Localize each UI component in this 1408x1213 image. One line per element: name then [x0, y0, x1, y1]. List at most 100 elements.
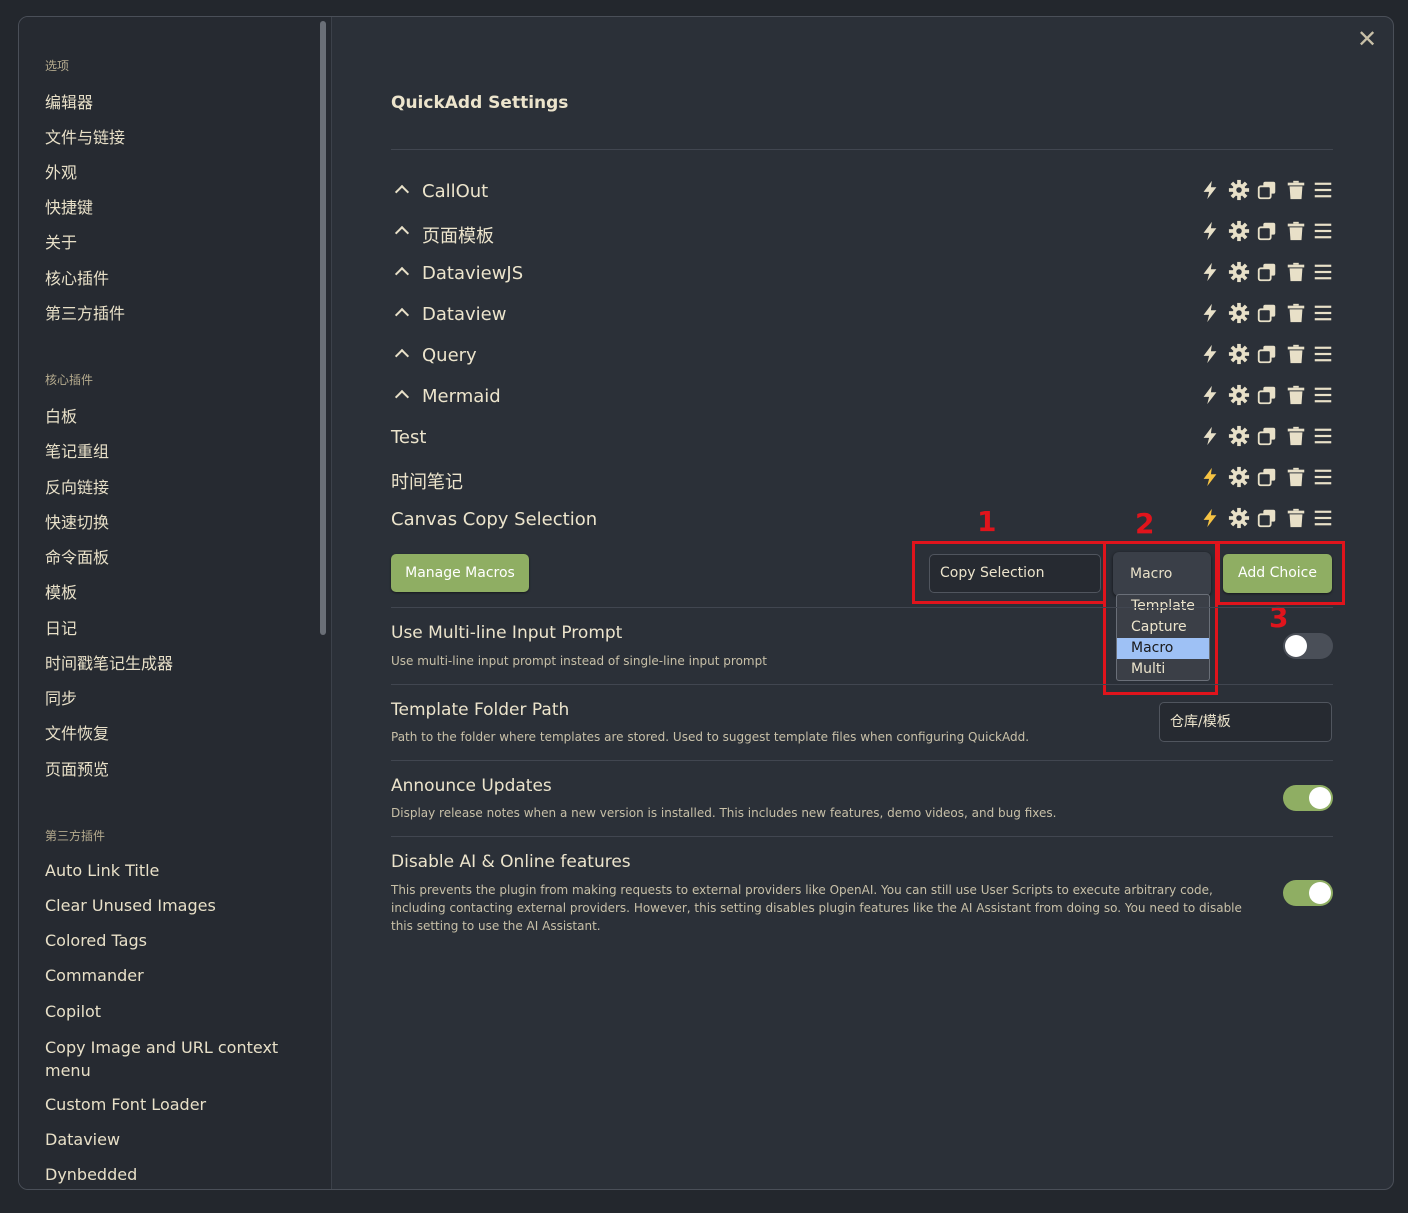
choice-row: CallOut: [391, 177, 1333, 207]
page-title: QuickAdd Settings: [391, 93, 569, 113]
sidebar-scrollbar[interactable]: [320, 21, 326, 635]
multiline-prompt-toggle[interactable]: [1283, 633, 1333, 659]
duplicate-icon[interactable]: [1256, 466, 1280, 490]
choice-actions: [1199, 507, 1333, 531]
sidebar-item-colored-tags[interactable]: Colored Tags: [45, 931, 147, 950]
gear-icon[interactable]: [1228, 302, 1252, 326]
trash-icon[interactable]: [1285, 425, 1309, 449]
drag-handle-icon[interactable]: [1312, 179, 1336, 203]
drag-handle-icon[interactable]: [1312, 384, 1336, 408]
sidebar-item-command-palette[interactable]: 命令面板: [45, 544, 109, 568]
disable-ai-toggle[interactable]: [1283, 880, 1333, 906]
chevron-up-icon[interactable]: [394, 389, 410, 405]
trash-icon[interactable]: [1285, 384, 1309, 408]
duplicate-icon[interactable]: [1256, 261, 1280, 285]
annotation-number-3: 3: [1269, 601, 1289, 634]
choice-actions: [1199, 179, 1333, 203]
gear-icon[interactable]: [1228, 343, 1252, 367]
duplicate-icon[interactable]: [1256, 425, 1280, 449]
duplicate-icon[interactable]: [1256, 220, 1280, 244]
sidebar-item-unique-note[interactable]: 时间戳笔记生成器: [45, 650, 173, 674]
sidebar-item-hotkeys[interactable]: 快捷键: [45, 194, 93, 218]
lightning-icon[interactable]: [1199, 466, 1223, 490]
add-choice-button[interactable]: Add Choice: [1223, 554, 1332, 593]
drag-handle-icon[interactable]: [1312, 343, 1336, 367]
template-folder-input[interactable]: 仓库/模板: [1159, 702, 1332, 742]
lightning-icon[interactable]: [1199, 507, 1223, 531]
lightning-icon[interactable]: [1199, 302, 1223, 326]
sidebar-item-daily-notes[interactable]: 日记: [45, 615, 77, 639]
duplicate-icon[interactable]: [1256, 179, 1280, 203]
sidebar-item-page-preview[interactable]: 页面预览: [45, 756, 109, 780]
drag-handle-icon[interactable]: [1312, 302, 1336, 326]
drag-handle-icon[interactable]: [1312, 220, 1336, 244]
choice-actions: [1199, 466, 1333, 490]
choice-name: 时间笔记: [391, 472, 463, 493]
sidebar-item-copy-image-url[interactable]: Copy Image and URL context menu: [45, 1036, 285, 1082]
dropdown-option-capture[interactable]: Capture: [1117, 617, 1209, 638]
lightning-icon[interactable]: [1199, 425, 1223, 449]
gear-icon[interactable]: [1228, 466, 1252, 490]
drag-handle-icon[interactable]: [1312, 261, 1336, 285]
trash-icon[interactable]: [1285, 466, 1309, 490]
trash-icon[interactable]: [1285, 343, 1309, 367]
sidebar-item-auto-link-title[interactable]: Auto Link Title: [45, 861, 159, 880]
sidebar-item-appearance[interactable]: 外观: [45, 159, 77, 183]
sidebar-item-core-plugins[interactable]: 核心插件: [45, 265, 109, 289]
divider: [391, 607, 1333, 608]
duplicate-icon[interactable]: [1256, 343, 1280, 367]
trash-icon[interactable]: [1285, 302, 1309, 326]
duplicate-icon[interactable]: [1256, 384, 1280, 408]
sidebar-item-note-composer[interactable]: 笔记重组: [45, 438, 109, 462]
duplicate-icon[interactable]: [1256, 507, 1280, 531]
sidebar-item-templates[interactable]: 模板: [45, 579, 77, 603]
sidebar-item-custom-font-loader[interactable]: Custom Font Loader: [45, 1095, 206, 1114]
gear-icon[interactable]: [1228, 179, 1252, 203]
gear-icon[interactable]: [1228, 425, 1252, 449]
sidebar-item-canvas[interactable]: 白板: [45, 403, 77, 427]
choice-actions: [1199, 220, 1333, 244]
lightning-icon[interactable]: [1199, 384, 1223, 408]
sidebar-item-editor[interactable]: 编辑器: [45, 89, 93, 113]
lightning-icon[interactable]: [1199, 343, 1223, 367]
lightning-icon[interactable]: [1199, 179, 1223, 203]
sidebar-item-files-links[interactable]: 文件与链接: [45, 124, 125, 148]
gear-icon[interactable]: [1228, 261, 1252, 285]
choice-type-select[interactable]: Macro: [1113, 552, 1211, 596]
lightning-icon[interactable]: [1199, 220, 1223, 244]
trash-icon[interactable]: [1285, 179, 1309, 203]
sidebar-item-file-recovery[interactable]: 文件恢复: [45, 720, 109, 744]
choice-actions: [1199, 302, 1333, 326]
gear-icon[interactable]: [1228, 507, 1252, 531]
chevron-up-icon[interactable]: [394, 184, 410, 200]
sidebar-item-clear-unused-images[interactable]: Clear Unused Images: [45, 896, 216, 915]
duplicate-icon[interactable]: [1256, 302, 1280, 326]
trash-icon[interactable]: [1285, 507, 1309, 531]
drag-handle-icon[interactable]: [1312, 466, 1336, 490]
drag-handle-icon[interactable]: [1312, 507, 1336, 531]
sidebar-item-dynbedded[interactable]: Dynbedded: [45, 1165, 137, 1184]
announce-updates-toggle[interactable]: [1283, 785, 1333, 811]
sidebar-item-about[interactable]: 关于: [45, 229, 77, 253]
chevron-up-icon[interactable]: [394, 266, 410, 282]
sidebar-item-sync[interactable]: 同步: [45, 685, 77, 709]
manage-macros-button[interactable]: Manage Macros: [391, 554, 529, 592]
gear-icon[interactable]: [1228, 220, 1252, 244]
chevron-up-icon[interactable]: [394, 307, 410, 323]
lightning-icon[interactable]: [1199, 261, 1223, 285]
sidebar-heading-options: 选项: [45, 59, 70, 73]
divider: [391, 684, 1333, 685]
gear-icon[interactable]: [1228, 384, 1252, 408]
sidebar-item-commander[interactable]: Commander: [45, 966, 144, 985]
chevron-up-icon[interactable]: [394, 348, 410, 364]
trash-icon[interactable]: [1285, 220, 1309, 244]
choice-name-input[interactable]: Copy Selection: [929, 554, 1101, 593]
chevron-up-icon[interactable]: [394, 225, 410, 241]
sidebar-item-community-plugins[interactable]: 第三方插件: [45, 300, 125, 324]
sidebar-item-quick-switcher[interactable]: 快速切换: [45, 509, 109, 533]
drag-handle-icon[interactable]: [1312, 425, 1336, 449]
sidebar-item-backlinks[interactable]: 反向链接: [45, 474, 109, 498]
trash-icon[interactable]: [1285, 261, 1309, 285]
sidebar-item-copilot[interactable]: Copilot: [45, 1002, 101, 1021]
sidebar-item-dataview[interactable]: Dataview: [45, 1130, 120, 1149]
